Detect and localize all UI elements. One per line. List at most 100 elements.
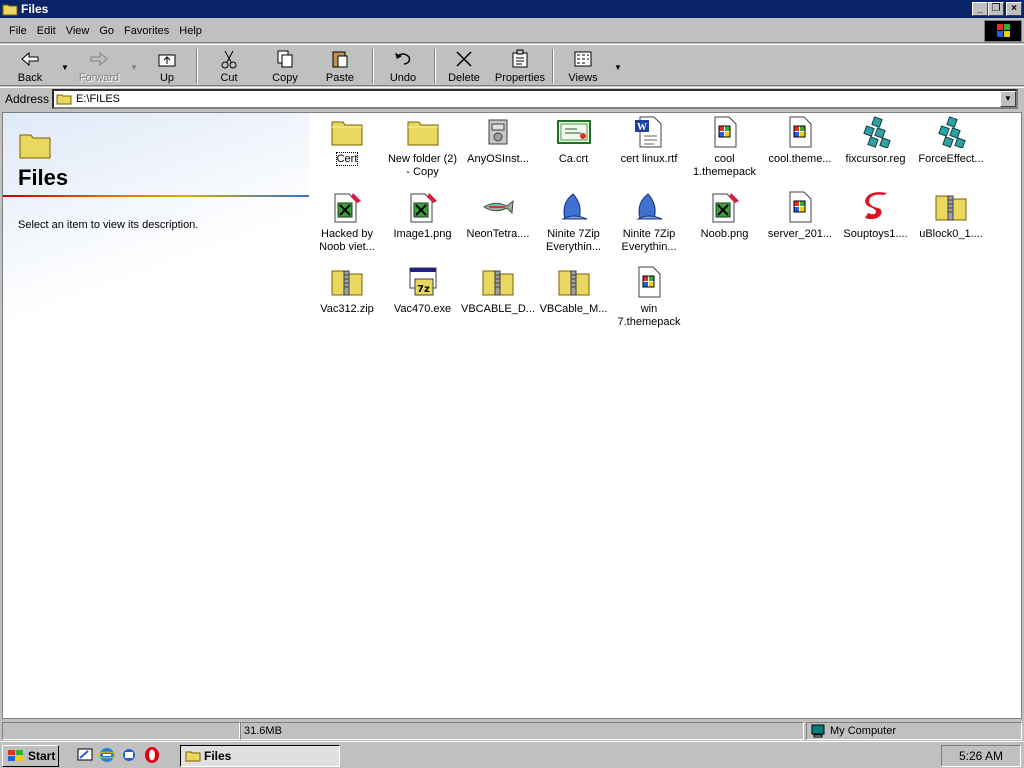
file-item[interactable]: uBlock0_1.... [913, 190, 989, 241]
title-bar[interactable]: Files _ ❐ × [0, 0, 1024, 18]
file-item[interactable]: Vac312.zip [309, 265, 385, 316]
file-item[interactable]: 7z Vac470.exe [385, 265, 461, 316]
file-item[interactable]: Ninite 7Zip Everythin... [536, 190, 612, 254]
image-icon [406, 190, 440, 224]
internet-explorer-icon[interactable] [98, 746, 116, 764]
file-item[interactable]: win 7.themepack [611, 265, 687, 329]
toolbar: Back ▼ Forward ▼ Up Cut Copy Paste Undo … [0, 44, 1024, 86]
back-button[interactable]: Back [3, 47, 57, 85]
cut-button[interactable]: Cut [202, 47, 256, 85]
svg-text:W: W [637, 122, 647, 133]
system-tray-clock[interactable]: 5:26 AM [941, 745, 1021, 767]
restore-button[interactable]: ❐ [988, 2, 1004, 16]
forward-button[interactable]: Forward [72, 47, 126, 85]
file-name: cool 1.themepack [693, 153, 756, 178]
file-name: server_201... [767, 228, 833, 240]
back-dropdown-icon[interactable]: ▼ [61, 63, 69, 72]
menu-go[interactable]: Go [94, 25, 119, 37]
taskbar: Start Files 5:26 AM [0, 741, 1024, 768]
paste-button[interactable]: Paste [313, 47, 367, 85]
close-button[interactable]: × [1006, 2, 1022, 16]
menu-view[interactable]: View [61, 25, 95, 37]
start-button[interactable]: Start [2, 745, 59, 767]
toolbar-separator [372, 49, 374, 83]
toolbar-separator [196, 49, 198, 83]
image-icon [330, 190, 364, 224]
file-item[interactable]: Wcert linux.rtf [611, 115, 687, 166]
file-name: VBCABLE_D... [461, 303, 535, 315]
menu-bar: File Edit View Go Favorites Help [0, 19, 1024, 43]
folder-icon [406, 115, 440, 149]
windows-flag-icon [8, 750, 23, 761]
menu-edit[interactable]: Edit [32, 25, 61, 37]
properties-button[interactable]: Properties [493, 47, 547, 85]
file-item[interactable]: ForceEffect... [913, 115, 989, 166]
taskbar-item-files[interactable]: Files [180, 745, 340, 767]
file-item[interactable]: Ca.crt [536, 115, 612, 166]
file-item[interactable]: NeonTetra.... [460, 190, 536, 241]
minimize-button[interactable]: _ [972, 2, 988, 16]
clipboard-icon [332, 51, 348, 68]
file-name: Ninite 7Zip Everythin... [545, 228, 602, 253]
file-name: New folder (2) - Copy [387, 153, 458, 178]
file-name: AnyOSInst... [467, 153, 529, 165]
file-name: Vac470.exe [393, 303, 452, 315]
zip-folder-icon [330, 265, 364, 299]
themepack-icon [783, 115, 817, 149]
toolbar-separator [434, 49, 436, 83]
address-bar: Address E:\FILES ▼ [0, 87, 1024, 109]
file-item[interactable]: AnyOSInst... [460, 115, 536, 166]
file-name: cool.theme... [768, 153, 832, 165]
file-item[interactable]: Cert [309, 115, 385, 166]
installer-icon [481, 115, 515, 149]
views-dropdown-icon[interactable]: ▼ [614, 63, 622, 72]
file-item[interactable]: Hacked by Noob viet... [309, 190, 385, 254]
address-dropdown-icon[interactable]: ▼ [1000, 91, 1016, 107]
back-arrow-icon [21, 51, 39, 67]
file-item[interactable]: Image1.png [385, 190, 461, 241]
status-size: 31.6MB [240, 722, 804, 740]
web-view-panel: Files Select an item to view its descrip… [3, 113, 309, 718]
file-name: win 7.themepack [617, 303, 681, 328]
registry-icon [934, 115, 968, 149]
address-label: Address [5, 91, 50, 106]
file-item[interactable]: Noob.png [687, 190, 763, 241]
file-item[interactable]: VBCable_M... [536, 265, 612, 316]
outlook-express-icon[interactable] [120, 746, 138, 764]
address-input[interactable]: E:\FILES ▼ [52, 89, 1018, 109]
up-button[interactable]: Up [140, 47, 194, 85]
fish-icon [481, 190, 515, 224]
souptoys-icon [859, 190, 893, 224]
opera-icon[interactable] [143, 746, 161, 764]
file-item[interactable]: cool 1.themepack [687, 115, 763, 179]
forward-dropdown-icon[interactable]: ▼ [130, 63, 138, 72]
copy-button[interactable]: Copy [258, 47, 312, 85]
properties-icon [512, 49, 528, 68]
folder-content[interactable]: Files Select an item to view its descrip… [2, 112, 1022, 719]
ninite-icon [557, 190, 591, 224]
scissors-icon [221, 50, 237, 69]
file-item[interactable]: New folder (2) - Copy [385, 115, 461, 179]
file-name: Cert [335, 152, 359, 166]
file-item[interactable]: cool.theme... [762, 115, 838, 166]
file-item[interactable]: server_201... [762, 190, 838, 241]
file-name: Ca.crt [558, 153, 589, 165]
file-item[interactable]: fixcursor.reg [838, 115, 914, 166]
file-item[interactable]: Souptoys1.... [838, 190, 914, 241]
up-folder-icon [158, 54, 176, 67]
file-item[interactable]: Ninite 7Zip Everythin... [611, 190, 687, 254]
delete-button[interactable]: Delete [437, 47, 491, 85]
views-button[interactable]: Views [556, 47, 610, 85]
delete-x-icon [456, 51, 472, 67]
folder-icon [185, 751, 201, 762]
file-item[interactable]: VBCABLE_D... [460, 265, 536, 316]
menu-help[interactable]: Help [174, 25, 207, 37]
menu-favorites[interactable]: Favorites [119, 25, 174, 37]
status-cell [2, 722, 240, 740]
menu-file[interactable]: File [4, 25, 32, 37]
show-desktop-icon[interactable] [76, 746, 94, 764]
certificate-icon [556, 115, 591, 149]
undo-button[interactable]: Undo [376, 47, 430, 85]
zip-folder-icon [934, 190, 968, 224]
folder-icon [56, 94, 72, 105]
